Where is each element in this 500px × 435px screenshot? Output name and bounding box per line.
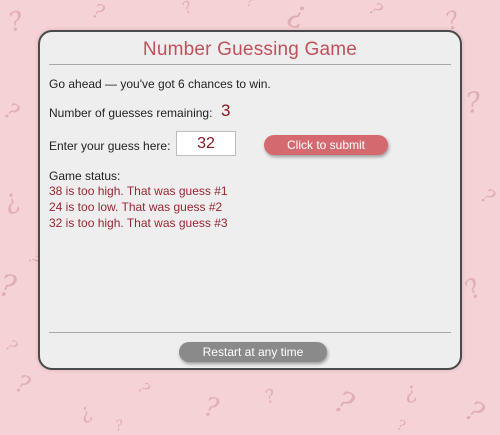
game-status-label: Game status: xyxy=(49,169,121,183)
guesses-remaining-value: 3 xyxy=(221,101,231,120)
status-message: 38 is too high. That was guess #1 xyxy=(49,184,228,198)
question-mark-icon: ? xyxy=(2,336,21,356)
question-mark-icon: ? xyxy=(365,0,386,21)
question-mark-icon: ? xyxy=(0,99,23,127)
bottom-divider xyxy=(49,332,451,333)
game-panel: Number Guessing Game Go ahead — you've g… xyxy=(38,30,462,370)
question-mark-icon: ? xyxy=(459,273,488,306)
question-mark-icon: ¿ xyxy=(285,0,310,32)
guess-input[interactable] xyxy=(176,131,236,156)
submit-button[interactable]: Click to submit xyxy=(264,135,388,155)
question-mark-icon: ¿ xyxy=(0,184,23,217)
question-mark-icon: ? xyxy=(246,0,254,10)
question-mark-icon: ? xyxy=(262,385,279,408)
question-mark-icon: ? xyxy=(463,85,484,120)
status-message: 24 is too low. That was guess #2 xyxy=(49,200,223,214)
top-divider xyxy=(49,64,451,65)
question-mark-icon: ? xyxy=(179,0,196,18)
question-mark-icon: ? xyxy=(460,394,490,431)
guesses-remaining-label: Number of guesses remaining: xyxy=(49,106,213,120)
question-mark-icon: ? xyxy=(5,6,27,39)
status-message: 32 is too high. That was guess #3 xyxy=(49,216,228,230)
guess-input-label: Enter your guess here: xyxy=(49,139,171,153)
question-mark-icon: ? xyxy=(114,417,125,434)
question-mark-icon: ¿ xyxy=(74,399,95,425)
intro-text: Go ahead — you've got 6 chances to win. xyxy=(49,77,271,91)
restart-button[interactable]: Restart at any time xyxy=(179,342,327,362)
question-mark-icon: ¿ xyxy=(401,378,419,405)
question-mark-icon: ? xyxy=(134,378,154,398)
question-mark-icon: ? xyxy=(202,392,222,424)
question-mark-icon: ? xyxy=(395,417,407,435)
question-mark-icon: ? xyxy=(12,369,34,400)
question-mark-icon: ? xyxy=(89,0,108,25)
game-status-list: 38 is too high. That was guess #1 24 is … xyxy=(49,183,228,231)
game-title: Number Guessing Game xyxy=(142,39,358,60)
question-mark-icon: ? xyxy=(0,268,20,305)
question-mark-icon: ? xyxy=(329,384,359,423)
question-mark-icon: ? xyxy=(477,183,500,209)
